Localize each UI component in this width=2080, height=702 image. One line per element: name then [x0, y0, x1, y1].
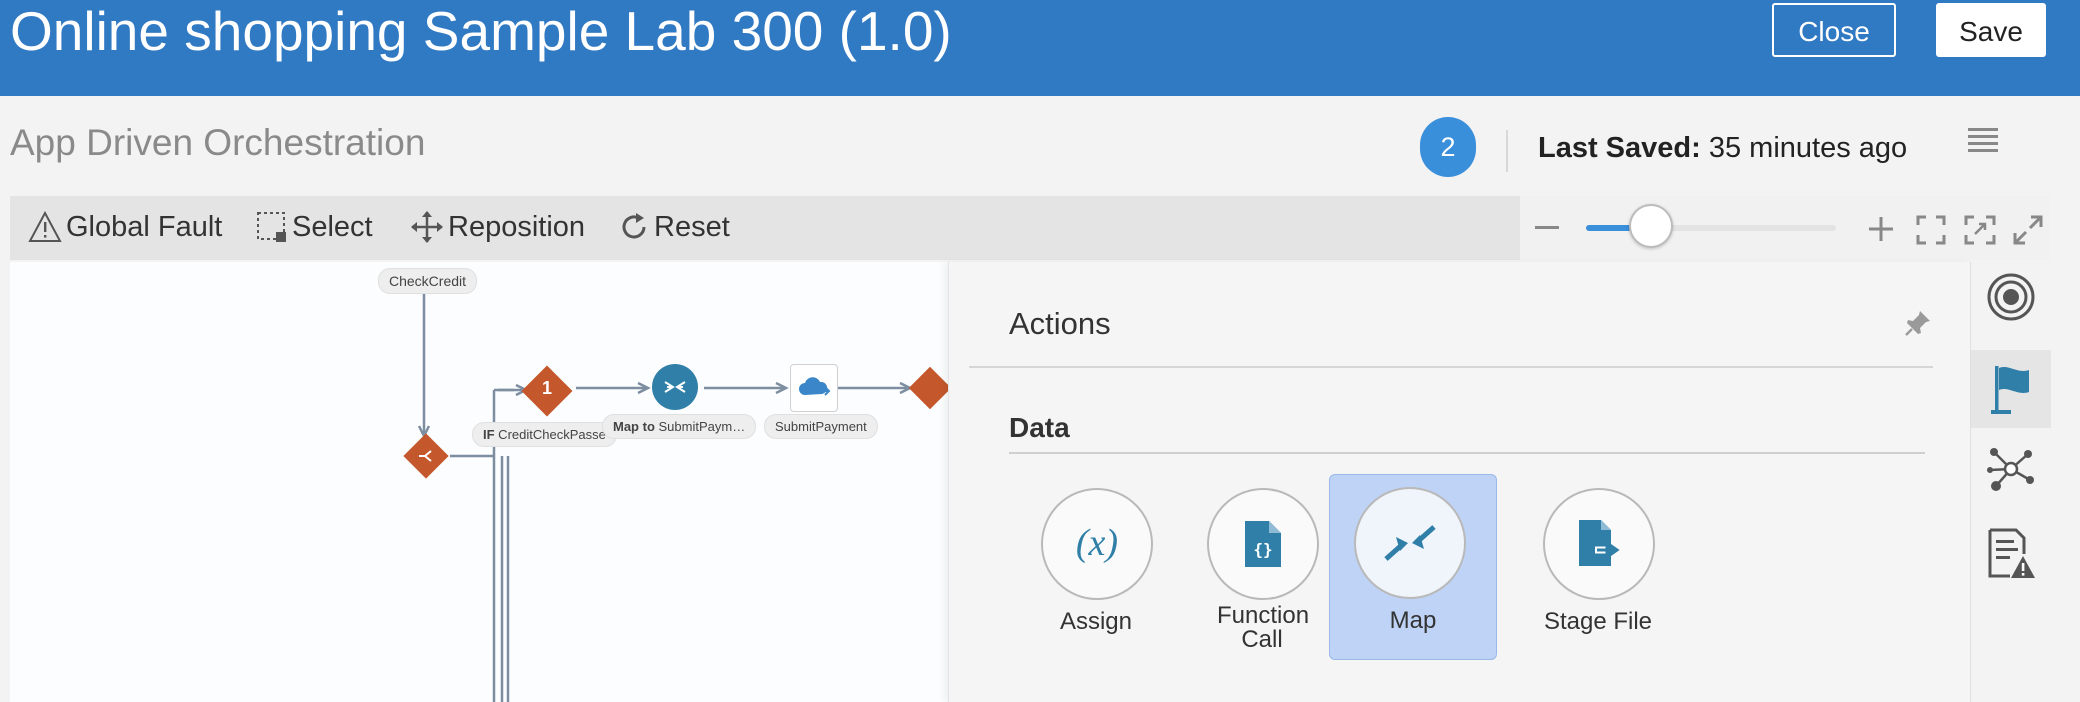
- orchestration-canvas[interactable]: CheckCredit 1 IF CreditCheckPasse Map to…: [10, 262, 948, 702]
- node-label-check-credit[interactable]: CheckCredit: [378, 268, 478, 294]
- stage-file-glyph: [1579, 520, 1620, 566]
- reposition-button[interactable]: Reposition: [410, 210, 585, 244]
- reposition-label: Reposition: [448, 210, 586, 243]
- node-label-map[interactable]: Map to SubmitPaym…: [602, 414, 757, 439]
- map-icon: [1354, 487, 1466, 599]
- integration-title: Online shopping Sample Lab 300 (1.0): [10, 0, 952, 62]
- global-fault-label: Global Fault: [66, 210, 223, 243]
- action-map[interactable]: Map: [1329, 474, 1497, 660]
- rail-target-button[interactable]: [1971, 262, 2051, 332]
- zoom-slider-track[interactable]: [1586, 204, 1836, 248]
- divider: [1506, 130, 1508, 172]
- branch-node[interactable]: 1: [521, 365, 573, 417]
- rail-errors-button[interactable]: [1971, 518, 2051, 588]
- zoom-in-icon[interactable]: [1868, 216, 1894, 242]
- actual-size-icon[interactable]: [1964, 215, 1996, 245]
- last-saved-status: Last Saved: 35 minutes ago: [1538, 132, 1907, 165]
- close-button[interactable]: Close: [1772, 3, 1896, 57]
- rail-actions-button[interactable]: [1971, 350, 2051, 428]
- select-button[interactable]: Select: [256, 210, 373, 244]
- action-assign[interactable]: (x) Assign: [1015, 474, 1183, 660]
- stage-file-icon: [1543, 488, 1655, 600]
- flow-connectors: [417, 288, 913, 702]
- zoom-out-icon[interactable]: [1534, 218, 1560, 238]
- map-to-keyword: Map to: [613, 419, 655, 434]
- page-subtitle: App Driven Orchestration: [10, 122, 426, 163]
- expand-icon[interactable]: [2012, 214, 2044, 246]
- zoom-controls: [1520, 196, 2050, 260]
- fit-to-screen-icon[interactable]: [1916, 215, 1946, 245]
- actions-panel-title: Actions: [1009, 306, 1111, 341]
- map-node[interactable]: [652, 364, 698, 410]
- notification-badge[interactable]: 2: [1420, 117, 1476, 177]
- reset-icon: [622, 213, 646, 239]
- switch-icon: [419, 450, 432, 462]
- map-target-text: SubmitPaym…: [654, 419, 746, 434]
- invoke-node[interactable]: [790, 364, 838, 412]
- pin-icon[interactable]: [1903, 308, 1933, 338]
- save-button[interactable]: Save: [1936, 3, 2046, 57]
- if-keyword: IF: [483, 427, 495, 442]
- action-label: Stage File: [1543, 608, 1653, 635]
- action-function-call[interactable]: {} Function Call: [1181, 474, 1349, 660]
- report-warning-icon: [1988, 528, 2035, 578]
- last-saved-value: 35 minutes ago: [1700, 132, 1908, 164]
- divider: [969, 366, 1933, 368]
- map-arrows-icon: [664, 381, 686, 393]
- target-icon: [1987, 273, 2035, 321]
- rail-network-button[interactable]: [1971, 434, 2051, 504]
- reset-button[interactable]: Reset: [618, 210, 730, 244]
- assign-icon: (x): [1041, 488, 1153, 600]
- global-fault-button[interactable]: Global Fault: [28, 210, 222, 244]
- function-call-icon: {}: [1207, 488, 1319, 600]
- map-merge-glyph: [1384, 525, 1436, 561]
- right-rail: [1970, 262, 2080, 702]
- select-marquee-icon: [257, 212, 286, 242]
- actions-panel: Actions Data (x) Assign {} Function Call: [948, 262, 1971, 702]
- last-saved-label: Last Saved:: [1538, 132, 1701, 164]
- app-header: Online shopping Sample Lab 300 (1.0) Clo…: [0, 0, 2080, 96]
- function-file-glyph: {}: [1245, 521, 1281, 567]
- select-label: Select: [292, 210, 373, 243]
- canvas-toolbar: Global Fault Select Reposition Reset: [10, 196, 2050, 260]
- branch-number: 1: [541, 378, 552, 398]
- reset-label: Reset: [654, 210, 730, 243]
- network-icon: [1987, 448, 2034, 491]
- move-arrows-icon: [411, 211, 443, 243]
- section-title-data: Data: [1009, 412, 1070, 443]
- warning-triangle-icon: [28, 210, 62, 242]
- zoom-slider-handle[interactable]: [1628, 204, 1673, 248]
- function-call-label: Function Call: [1217, 602, 1310, 653]
- next-switch-node[interactable]: [908, 366, 948, 410]
- variable-x-glyph: (x): [1076, 522, 1118, 564]
- switch-node[interactable]: [403, 433, 449, 479]
- svg-text:(x): (x): [1076, 522, 1118, 564]
- cloud-invoke-icon: [799, 377, 831, 396]
- svg-text:{}: {}: [1253, 540, 1272, 559]
- node-label-submit-payment[interactable]: SubmitPayment: [764, 414, 878, 439]
- hamburger-menu-icon[interactable]: [1968, 126, 1998, 154]
- action-stage-file[interactable]: Stage File: [1517, 474, 1685, 660]
- divider: [1009, 452, 1925, 454]
- flag-icon: [1991, 366, 2029, 414]
- action-label: Assign: [1059, 608, 1133, 635]
- node-label-if-condition[interactable]: IF CreditCheckPasse: [472, 422, 617, 447]
- action-label: Map: [1389, 607, 1437, 634]
- if-condition-text: CreditCheckPasse: [494, 427, 606, 442]
- action-label: Function Call: [1181, 604, 1343, 652]
